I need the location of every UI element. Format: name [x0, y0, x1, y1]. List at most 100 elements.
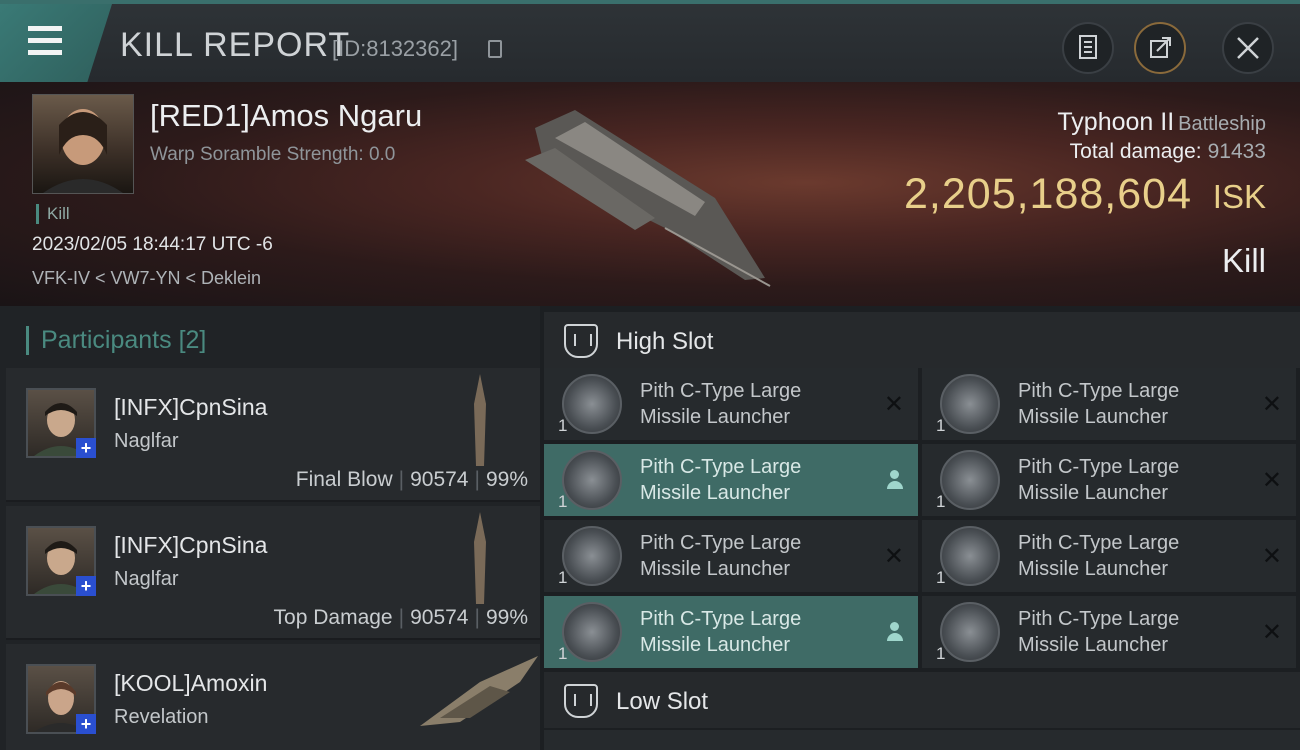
participant-role: Final Blow [295, 468, 393, 491]
victim-name[interactable]: [RED1]Amos Ngaru [150, 98, 422, 134]
participant-card[interactable]: + [INFX]CpnSina Naglfar Top Damage | 90574… [6, 506, 540, 640]
module-name-line: Pith C-Type Large [1018, 456, 1180, 478]
fitting-panel: High Slot 1 Pith C-Type Large Missile Lau… [540, 306, 1300, 750]
divider: | [398, 468, 405, 491]
character-portrait-icon [43, 109, 123, 193]
module-name: Pith C-Type Large Missile Launcher [1018, 530, 1248, 582]
module-quantity: 1 [936, 492, 946, 511]
participants-heading: Participants [2] [26, 326, 206, 355]
missile-launcher-icon [940, 450, 1000, 510]
share-button[interactable] [1134, 22, 1186, 74]
module-name: Pith C-Type Large Missile Launcher [1018, 606, 1248, 658]
module-quantity: 1 [558, 492, 568, 511]
person-icon [886, 622, 904, 642]
participant-percent: 99% [485, 606, 528, 629]
module-name: Pith C-Type Large Missile Launcher [1018, 454, 1248, 506]
module-quantity: 1 [558, 416, 568, 435]
avatar: + [26, 664, 96, 734]
module-slot[interactable]: 1 Pith C-Type Large Missile Launcher [544, 444, 918, 516]
module-slot[interactable]: 1 Pith C-Type Large Missile Launcher ✕ [922, 520, 1296, 592]
low-slot-icon [564, 684, 598, 718]
module-name: Pith C-Type Large Missile Launcher [640, 606, 870, 658]
kill-datetime: 2023/02/05 18:44:17 UTC -6 [32, 234, 273, 255]
participant-ship-image [420, 656, 538, 726]
missile-launcher-icon [562, 602, 622, 662]
participant-card[interactable]: + [INFX]CpnSina Naglfar Final Blow | 90574… [6, 368, 540, 502]
participant-stats: Top Damage | 90574 | 99% [274, 606, 528, 630]
module-name-line: Missile Launcher [1018, 482, 1169, 504]
module-name: Pith C-Type Large Missile Launcher [640, 454, 870, 506]
ship-name: Typhoon II [1057, 108, 1175, 136]
destroyed-icon: ✕ [1261, 467, 1282, 494]
high-slot-label: High Slot [616, 328, 714, 355]
participant-damage: 90574 [410, 606, 469, 629]
participants-panel: Participants [2] + [INFX]CpnSina Naglfar… [0, 306, 540, 750]
share-icon [1150, 37, 1171, 58]
person-icon [886, 470, 904, 490]
module-name-line: Missile Launcher [1018, 558, 1169, 580]
victim-ship-image[interactable] [515, 98, 775, 288]
module-name-line: Pith C-Type Large [1018, 380, 1180, 402]
isk-unit: ISK [1212, 178, 1266, 215]
menu-button[interactable] [0, 4, 112, 82]
module-name: Pith C-Type Large Missile Launcher [640, 378, 870, 430]
missile-launcher-icon [562, 526, 622, 586]
module-name: Pith C-Type Large Missile Launcher [1018, 378, 1248, 430]
high-slot-heading: High Slot [544, 312, 1300, 368]
module-name-line: Missile Launcher [640, 634, 791, 656]
participant-role: Top Damage [273, 606, 393, 629]
module-name-line: Pith C-Type Large [1018, 608, 1180, 630]
plus-icon: + [76, 438, 96, 458]
hamburger-icon [28, 50, 62, 55]
module-slot[interactable]: 1 Pith C-Type Large Missile Launcher ✕ [922, 596, 1296, 668]
module-name-line: Pith C-Type Large [1018, 532, 1180, 554]
total-damage-label: Total damage: [1069, 140, 1202, 163]
isk-value: 2,205,188,604 [904, 170, 1192, 218]
module-quantity: 1 [936, 416, 946, 435]
module-name-line: Missile Launcher [640, 406, 791, 428]
missile-launcher-icon [940, 526, 1000, 586]
total-damage: Total damage: 91433 [1070, 140, 1266, 164]
hamburger-icon [28, 38, 62, 43]
module-quantity: 1 [558, 644, 568, 663]
module-slot[interactable]: 1 Pith C-Type Large Missile Launcher ✕ [544, 368, 918, 440]
close-button[interactable] [1222, 22, 1274, 74]
module-slot[interactable]: 1 Pith C-Type Large Missile Launcher ✕ [922, 368, 1296, 440]
clipboard-icon [1079, 35, 1097, 59]
kill-location[interactable]: VFK-IV < VW7-YN < Deklein [32, 268, 261, 289]
participant-damage: 90574 [410, 468, 469, 491]
destroyed-icon: ✕ [1261, 619, 1282, 646]
participant-stats: Final Blow | 90574 | 99% [296, 468, 528, 492]
module-quantity: 1 [558, 568, 568, 587]
low-slot-module-row [544, 730, 1300, 750]
avatar: + [26, 526, 96, 596]
kill-tag: Kill [36, 204, 70, 224]
module-slot[interactable]: 1 Pith C-Type Large Missile Launcher [544, 596, 918, 668]
module-slot[interactable]: 1 Pith C-Type Large Missile Launcher ✕ [922, 444, 1296, 516]
victim-ship[interactable]: Typhoon II Battleship [1057, 108, 1266, 137]
hamburger-icon [28, 26, 62, 31]
clipboard-button[interactable] [1062, 22, 1114, 74]
missile-launcher-icon [940, 602, 1000, 662]
high-slot-icon [564, 324, 598, 358]
victim-portrait[interactable] [32, 94, 134, 194]
participant-ship: Naglfar [114, 568, 179, 590]
participant-name[interactable]: [INFX]CpnSina [114, 532, 267, 559]
low-slot-heading: Low Slot [544, 672, 1300, 728]
participants-count: [2] [178, 326, 207, 354]
divider: | [474, 606, 480, 629]
destroyed-icon: ✕ [883, 391, 904, 418]
plus-icon: + [76, 576, 96, 596]
missile-launcher-icon [562, 450, 622, 510]
close-icon [1237, 37, 1259, 59]
participant-card[interactable]: + [KOOL]Amoxin Revelation [6, 644, 540, 750]
report-id: [ID:8132362] [332, 36, 458, 61]
kill-result: Kill [1221, 242, 1266, 279]
avatar: + [26, 388, 96, 458]
participant-name[interactable]: [INFX]CpnSina [114, 394, 267, 421]
module-slot[interactable]: 1 Pith C-Type Large Missile Launcher ✕ [544, 520, 918, 592]
participant-ship: Naglfar [114, 430, 179, 452]
copy-icon[interactable] [488, 40, 502, 58]
missile-launcher-icon [940, 374, 1000, 434]
participant-name[interactable]: [KOOL]Amoxin [114, 670, 267, 697]
